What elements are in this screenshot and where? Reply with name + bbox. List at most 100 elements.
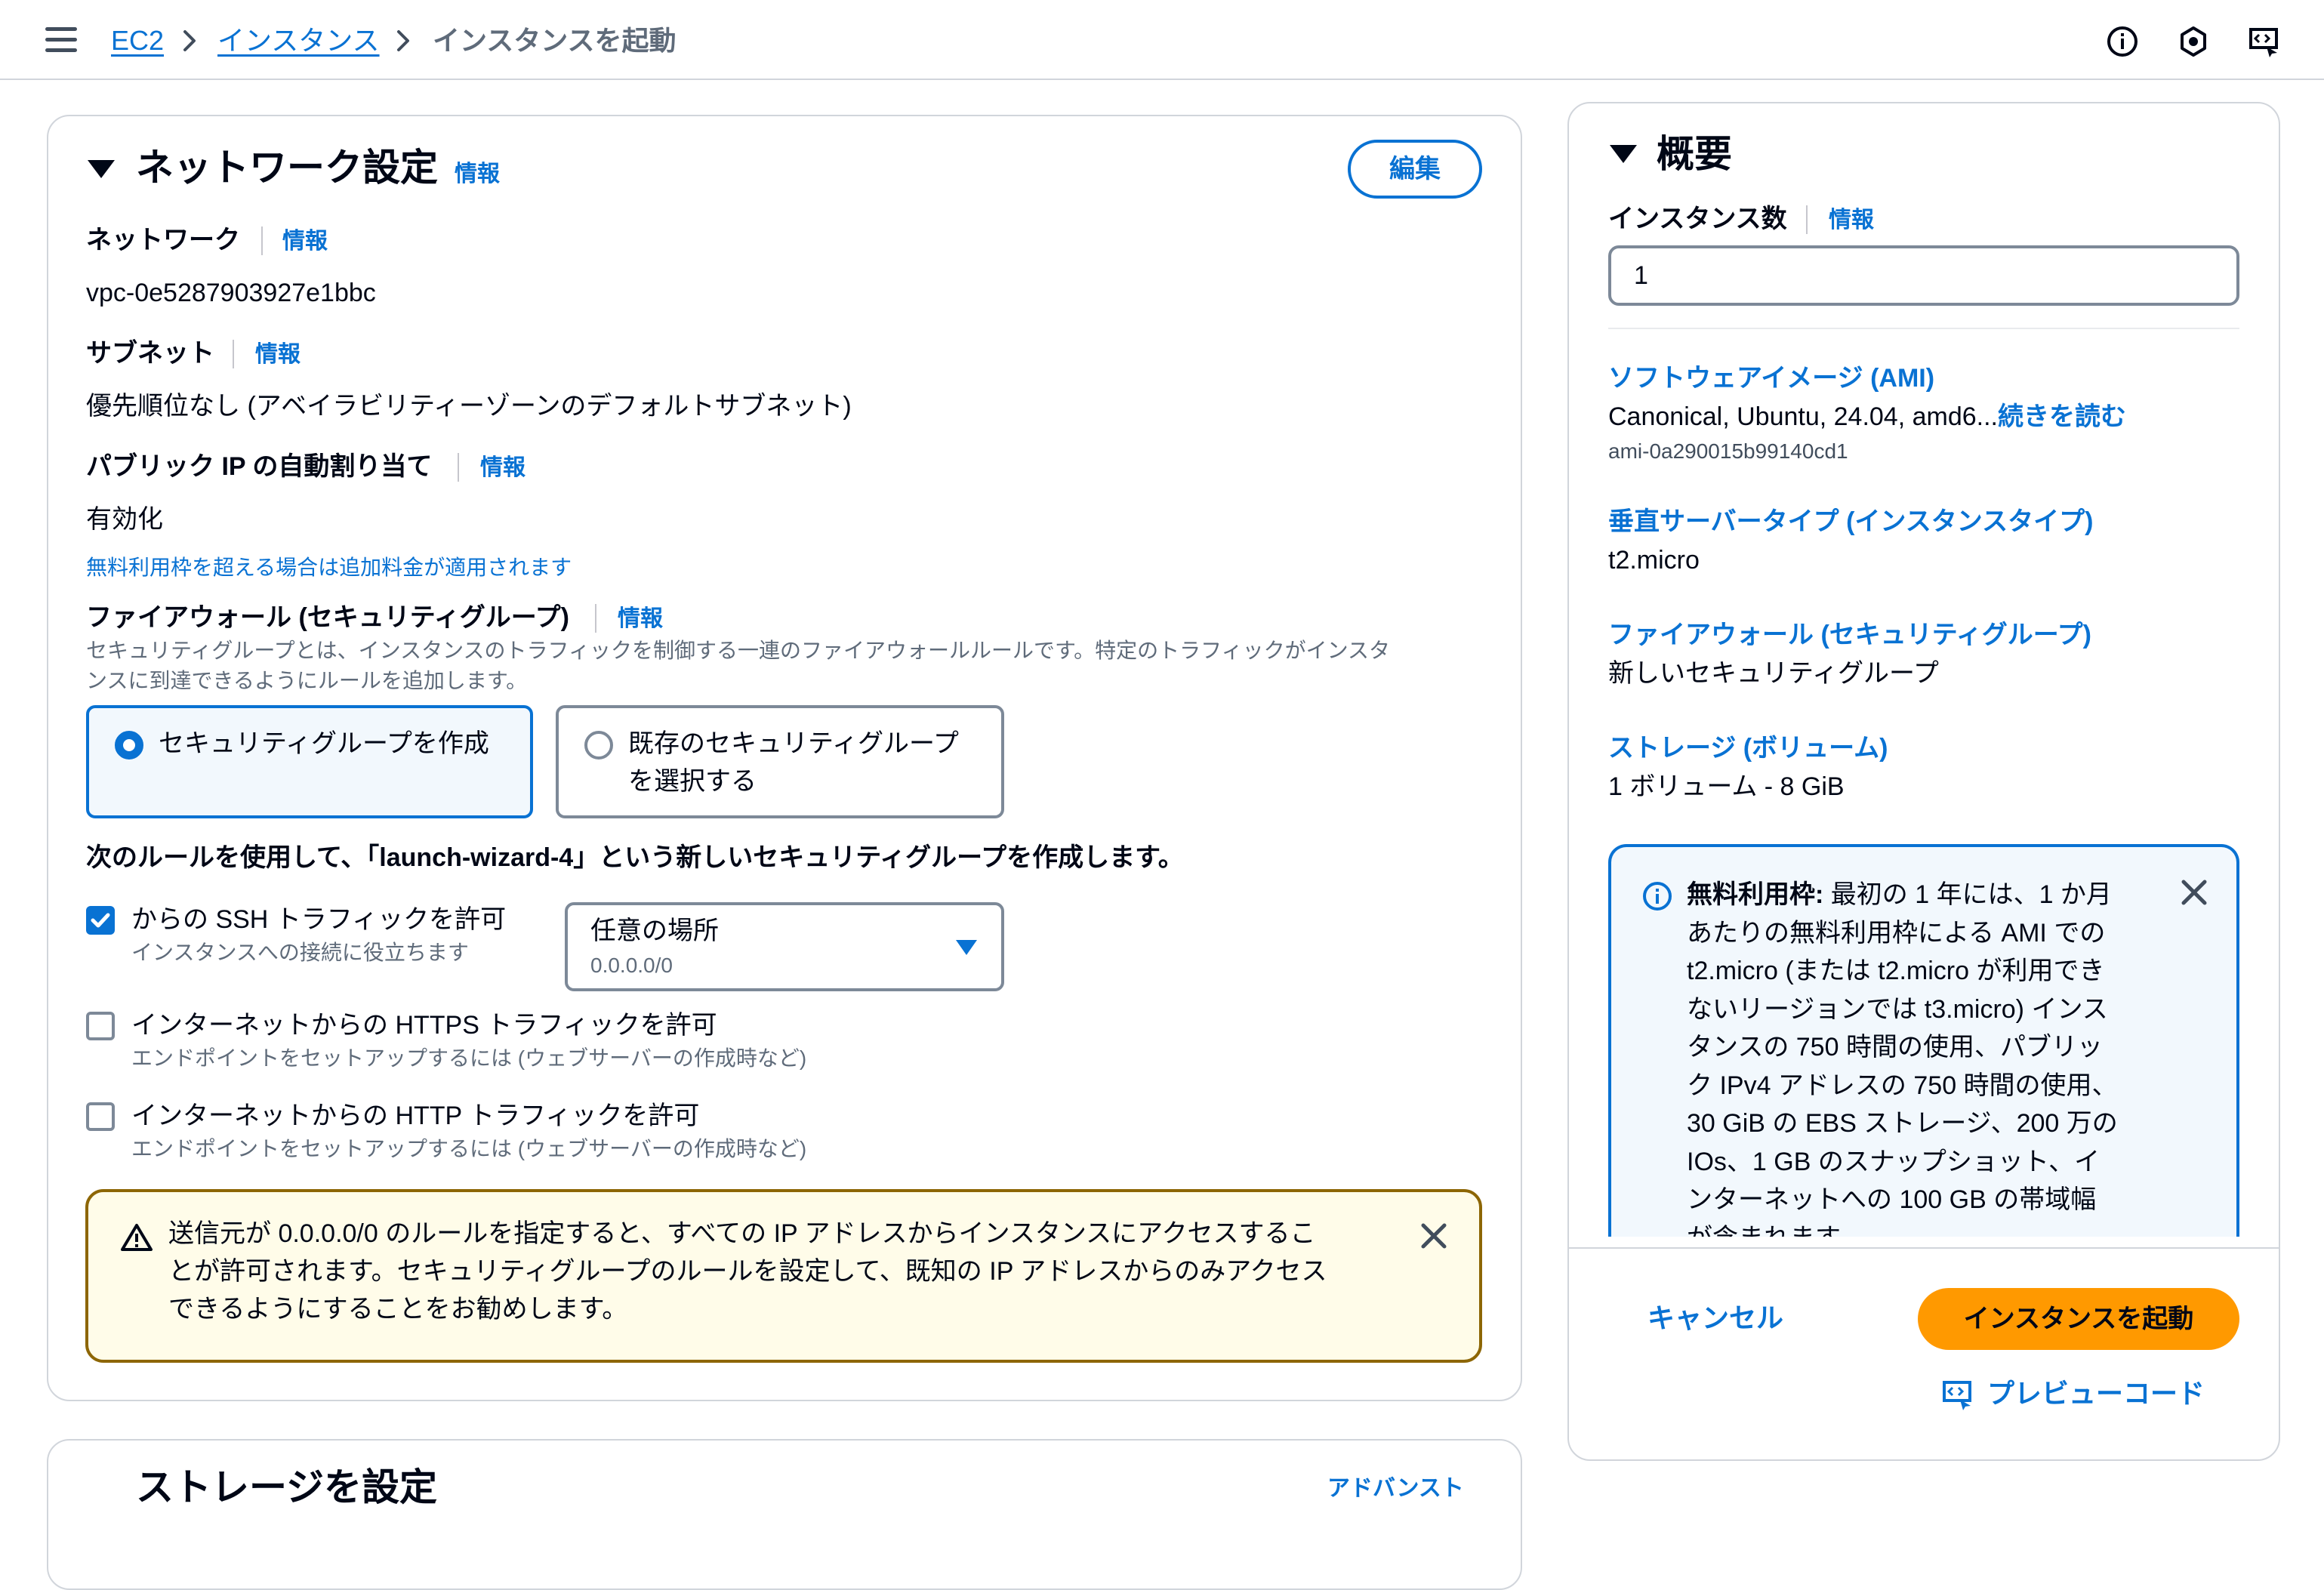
divider <box>1806 205 1808 234</box>
ssh-source-label: 任意の場所 <box>590 917 719 945</box>
public-ip-label: パブリック IP の自動割り当て <box>86 452 433 481</box>
radio-button-selected[interactable] <box>115 731 143 760</box>
chevron-right-icon <box>397 30 409 51</box>
chevron-right-icon <box>183 30 196 51</box>
settings-hex-icon[interactable] <box>2176 24 2211 59</box>
warning-text-line1: 送信元が 0.0.0.0/0 のルールを指定すると、すべての IP アドレスから… <box>168 1219 1316 1248</box>
http-label: インターネットからの HTTP トラフィックを許可 <box>131 1102 700 1130</box>
divider <box>1569 1247 2279 1249</box>
subnet-info-link[interactable]: 情報 <box>255 340 301 370</box>
free-tier-line: IOs、1 GB のスナップショット、イ <box>1687 1147 2101 1176</box>
storage-panel <box>47 1439 1522 1590</box>
https-label: インターネットからの HTTPS トラフィックを許可 <box>131 1011 717 1040</box>
divider <box>1608 328 2239 329</box>
free-tier-info-alert: 無料利用枠: 最初の 1 年には、1 か月 あたりの無料利用枠による AMI で… <box>1608 844 2239 1237</box>
preview-code-link[interactable]: プレビューコード <box>1987 1376 2205 1412</box>
storage-summary-value: 1 ボリューム - 8 GiB <box>1608 772 1845 801</box>
breadcrumb-ec2[interactable]: EC2 <box>111 21 164 60</box>
ssh-source-select[interactable]: 任意の場所 0.0.0.0/0 <box>565 902 1004 991</box>
ami-value: Canonical, Ubuntu, 24.04, amd6...続きを読む <box>1608 402 2126 431</box>
instance-type-link[interactable]: 垂直サーバータイプ (インスタンスタイプ) <box>1608 504 2093 539</box>
caret-down-icon[interactable] <box>1610 145 1637 163</box>
free-tier-line: ク IPv4 アドレスの 750 時間の使用、 <box>1687 1071 2118 1100</box>
free-tier-line: タンスの 750 時間の使用、パブリッ <box>1687 1033 2103 1062</box>
cancel-button[interactable]: キャンセル <box>1647 1300 1783 1336</box>
caret-down-icon[interactable] <box>88 160 115 178</box>
free-tier-line: が含まれます。 <box>1687 1224 1864 1237</box>
ami-read-more-link[interactable]: 続きを読む <box>1998 402 2126 431</box>
radio-button-unselected[interactable] <box>584 731 613 760</box>
radio-existing-label-1: 既存のセキュリティグループ <box>628 729 959 758</box>
http-checkbox[interactable] <box>86 1102 115 1131</box>
additional-charges-link[interactable]: 追加料金が適用されます <box>339 556 572 579</box>
free-tier-text: 無料利用枠: 最初の 1 年には、1 か月 あたりの無料利用枠による AMI で… <box>1687 876 2140 1237</box>
free-tier-line: 最初の 1 年には、1 か月 <box>1823 880 2112 909</box>
storage-title: ストレージを設定 <box>136 1466 437 1508</box>
free-tier-note: 無料利用枠を超える場合は追加料金が適用されます <box>86 556 572 579</box>
radio-create-security-group[interactable]: セキュリティグループを作成 <box>86 705 533 818</box>
instance-count-info-link[interactable]: 情報 <box>1829 205 1874 236</box>
summary-title: 概要 <box>1657 133 1732 175</box>
firewall-info-link[interactable]: 情報 <box>618 604 663 634</box>
network-settings-title: ネットワーク設定 <box>136 146 438 189</box>
launch-instance-button[interactable]: インスタンスを起動 <box>1918 1288 2239 1350</box>
https-description: エンドポイントをセットアップするには (ウェブサーバーの作成時など) <box>131 1046 807 1070</box>
info-circle-icon <box>1643 882 1672 911</box>
divider <box>458 453 459 482</box>
network-info-link[interactable]: 情報 <box>455 159 500 190</box>
radio-existing-security-group[interactable]: 既存のセキュリティグループ を選択する <box>556 705 1004 818</box>
radio-create-label: セキュリティグループを作成 <box>159 729 489 758</box>
radio-existing-label-2: を選択する <box>628 767 757 796</box>
free-tier-line: ンターネットへの 100 GB の帯域幅 <box>1687 1185 2097 1214</box>
instance-count-label: インスタンス数 <box>1608 205 1787 233</box>
warning-text-line2: とが許可されます。セキュリティグループのルールを設定して、既知の IP アドレス… <box>168 1257 1327 1286</box>
network-value: vpc-0e5287903927e1bbc <box>86 279 376 307</box>
warning-text-line3: できるようにすることをお勧めします。 <box>168 1295 628 1323</box>
public-ip-value: 有効化 <box>86 505 163 534</box>
rule-intro-text: 次のルールを使用して、「launch-wizard-4」という新しいセキュリティ… <box>86 843 1184 872</box>
info-circle-icon[interactable] <box>2105 24 2140 59</box>
divider <box>595 604 596 633</box>
preview-code-icon[interactable] <box>2247 24 2282 59</box>
open-access-warning: 送信元が 0.0.0.0/0 のルールを指定すると、すべての IP アドレスから… <box>85 1189 1482 1363</box>
breadcrumb-current: インスタンスを起動 <box>433 25 677 56</box>
instance-count-input[interactable]: 1 <box>1608 245 2239 306</box>
firewall-summary-link[interactable]: ファイアウォール (セキュリティグループ) <box>1608 618 2091 652</box>
preview-code-icon[interactable] <box>1940 1377 1975 1412</box>
ssh-source-value: 0.0.0.0/0 <box>590 954 673 977</box>
menu-icon[interactable] <box>45 27 77 53</box>
warning-icon <box>121 1224 153 1251</box>
ami-id: ami-0a290015b99140cd1 <box>1608 439 1848 463</box>
free-tier-title: 無料利用枠: <box>1687 880 1824 909</box>
free-tier-line: 30 GiB の EBS ストレージ、200 万の <box>1687 1109 2118 1138</box>
network-label: ネットワーク <box>86 226 240 254</box>
close-icon[interactable] <box>1419 1221 1449 1251</box>
network-field-info-link[interactable]: 情報 <box>282 226 328 257</box>
ssh-label: からの SSH トラフィックを許可 <box>131 905 507 934</box>
ami-link[interactable]: ソフトウェアイメージ (AMI) <box>1608 361 1934 396</box>
subnet-label: サブネット <box>86 339 214 368</box>
top-navigation: EC2 インスタンス インスタンスを起動 <box>0 0 2324 80</box>
storage-advanced-link[interactable]: アドバンスト <box>1327 1474 1464 1504</box>
public-ip-info-link[interactable]: 情報 <box>480 453 526 483</box>
checkmark-icon <box>91 913 110 928</box>
breadcrumb-instances[interactable]: インスタンス <box>217 21 380 60</box>
firewall-description-line2: ンスに到達できるようにルールを追加します。 <box>86 669 528 692</box>
ssh-description: インスタンスへの接続に役立ちます <box>131 941 469 964</box>
divider <box>233 340 234 368</box>
divider <box>261 226 263 255</box>
free-tier-line: ないリージョンでは t3.micro) インス <box>1687 994 2108 1024</box>
https-checkbox[interactable] <box>86 1012 115 1040</box>
ssh-checkbox[interactable] <box>86 906 115 935</box>
edit-button[interactable]: 編集 <box>1348 140 1482 199</box>
instance-type-value: t2.micro <box>1608 546 1700 575</box>
firewall-label: ファイアウォール (セキュリティグループ) <box>86 603 570 632</box>
free-tier-line: あたりの無料利用枠による AMI での <box>1687 918 2106 948</box>
free-tier-line: t2.micro (または t2.micro が利用でき <box>1687 957 2105 985</box>
firewall-description-line1: セキュリティグループとは、インスタンスのトラフィックを制御する一連のファイアウォ… <box>86 639 1391 662</box>
storage-summary-link[interactable]: ストレージ (ボリューム) <box>1608 731 1888 766</box>
close-icon[interactable] <box>2179 877 2209 907</box>
caret-down-icon <box>956 940 977 955</box>
subnet-value: 優先順位なし (アベイラビリティーゾーンのデフォルトサブネット) <box>86 392 852 421</box>
instance-count-value: 1 <box>1634 261 1648 290</box>
